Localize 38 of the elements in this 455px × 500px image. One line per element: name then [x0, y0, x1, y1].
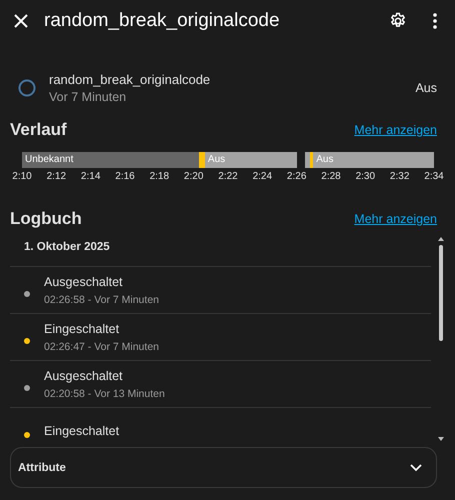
log-message: Eingeschaltet	[44, 424, 120, 438]
dialog-title: random_break_originalcode	[44, 10, 281, 32]
log-time: 02:26:47 - Vor 7 Minuten	[44, 340, 159, 352]
log-time: 02:20:58 - Vor 13 Minuten	[44, 388, 165, 400]
axis-tick-label: 2:22	[218, 171, 238, 182]
attributes-panel[interactable]: Attribute	[10, 447, 437, 488]
axis-tick-label: 2:32	[390, 171, 410, 182]
axis-tick-label: 2:28	[321, 171, 341, 182]
log-message: Ausgeschaltet	[44, 274, 124, 288]
more-icon	[433, 13, 437, 29]
entity-name: random_break_originalcode	[49, 72, 212, 87]
axis-tick-label: 2:30	[356, 171, 376, 182]
axis-tick-label: 2:14	[80, 171, 100, 182]
entity-state: Aus	[415, 81, 437, 95]
axis-tick-label: 2:26	[286, 171, 306, 182]
timeline-segment[interactable]: Unbekannt	[22, 152, 200, 168]
axis-tick-label: 2:34	[424, 171, 444, 182]
scrollbar-thumb[interactable]	[439, 245, 443, 341]
show-more-link[interactable]: Mehr anzeigen	[354, 123, 437, 137]
panel-title: Attribute	[18, 462, 66, 474]
section-title: Logbuch	[10, 209, 82, 229]
show-more-link[interactable]: Mehr anzeigen	[354, 212, 437, 226]
axis-tick-label: 2:12	[46, 171, 66, 182]
log-message: Eingeschaltet	[44, 322, 120, 336]
scroll-up-icon[interactable]	[438, 237, 444, 241]
scroll-down-icon[interactable]	[438, 437, 444, 441]
date-heading: 1. Oktober 2025	[10, 235, 431, 267]
axis-tick-label: 2:10	[12, 171, 32, 182]
log-message: Ausgeschaltet	[44, 368, 124, 382]
settings-icon	[389, 12, 407, 30]
axis-tick-label: 2:24	[252, 171, 272, 182]
axis-tick-label: 2:16	[115, 171, 135, 182]
section-title: Verlauf	[10, 120, 67, 140]
axis-tick-label: 2:18	[150, 171, 170, 182]
axis-tick-label: 2:20	[184, 171, 204, 182]
log-time: 02:26:58 - Vor 7 Minuten	[44, 294, 159, 306]
last-changed: Vor 7 Minuten	[49, 90, 128, 104]
close-icon	[14, 14, 28, 28]
